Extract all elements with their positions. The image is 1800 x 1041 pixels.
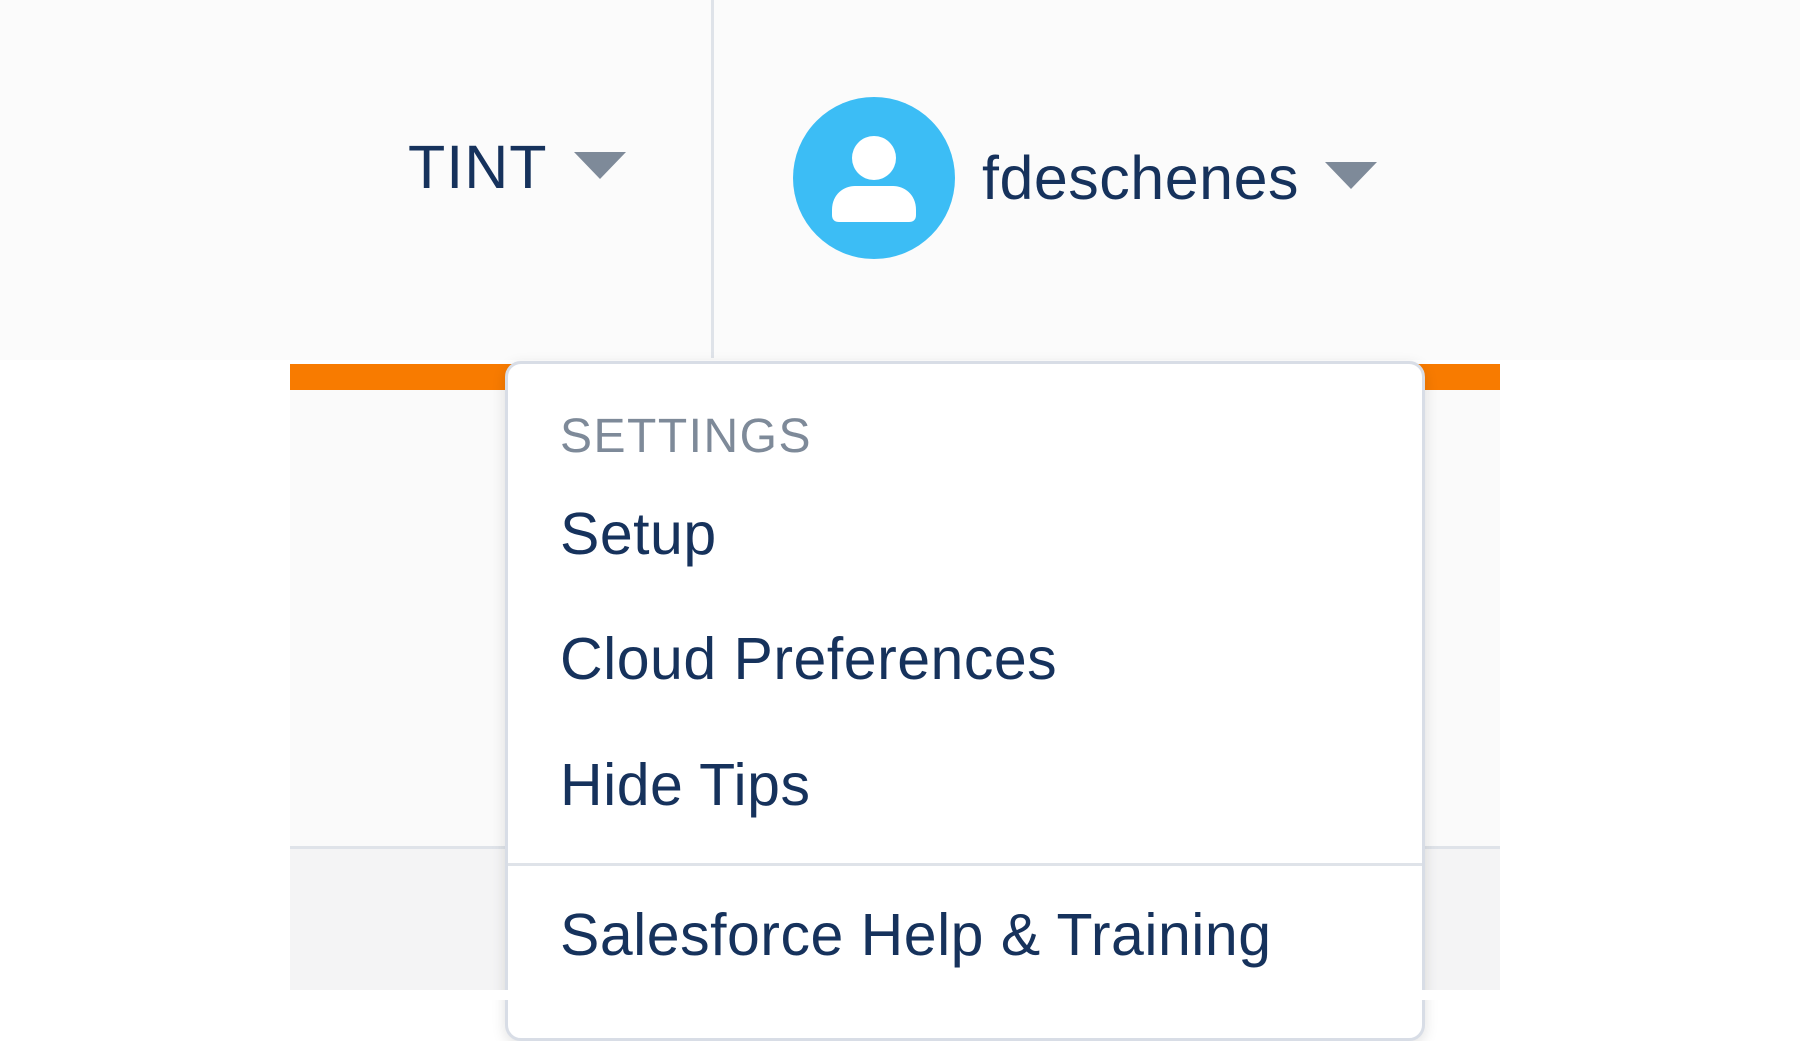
org-name: TINT [408, 133, 548, 201]
menu-item-setup[interactable]: Setup [560, 500, 717, 568]
user-dropdown-menu: SETTINGS Setup Cloud Preferences Hide Ti… [505, 361, 1425, 1041]
menu-item-help-training[interactable]: Salesforce Help & Training [560, 901, 1272, 969]
header-divider [711, 0, 714, 358]
bottom-edge [0, 990, 1800, 1000]
org-switcher[interactable]: TINT [408, 132, 626, 202]
menu-item-hide-tips[interactable]: Hide Tips [560, 751, 810, 819]
settings-section-header: SETTINGS [560, 410, 813, 463]
user-avatar-icon [793, 97, 955, 259]
menu-divider [508, 863, 1422, 866]
caret-down-icon [573, 151, 626, 179]
caret-down-icon [1325, 161, 1377, 189]
user-name: fdeschenes [982, 144, 1299, 212]
menu-item-cloud-preferences[interactable]: Cloud Preferences [560, 625, 1057, 693]
user-menu-button[interactable]: fdeschenes [793, 97, 1377, 259]
